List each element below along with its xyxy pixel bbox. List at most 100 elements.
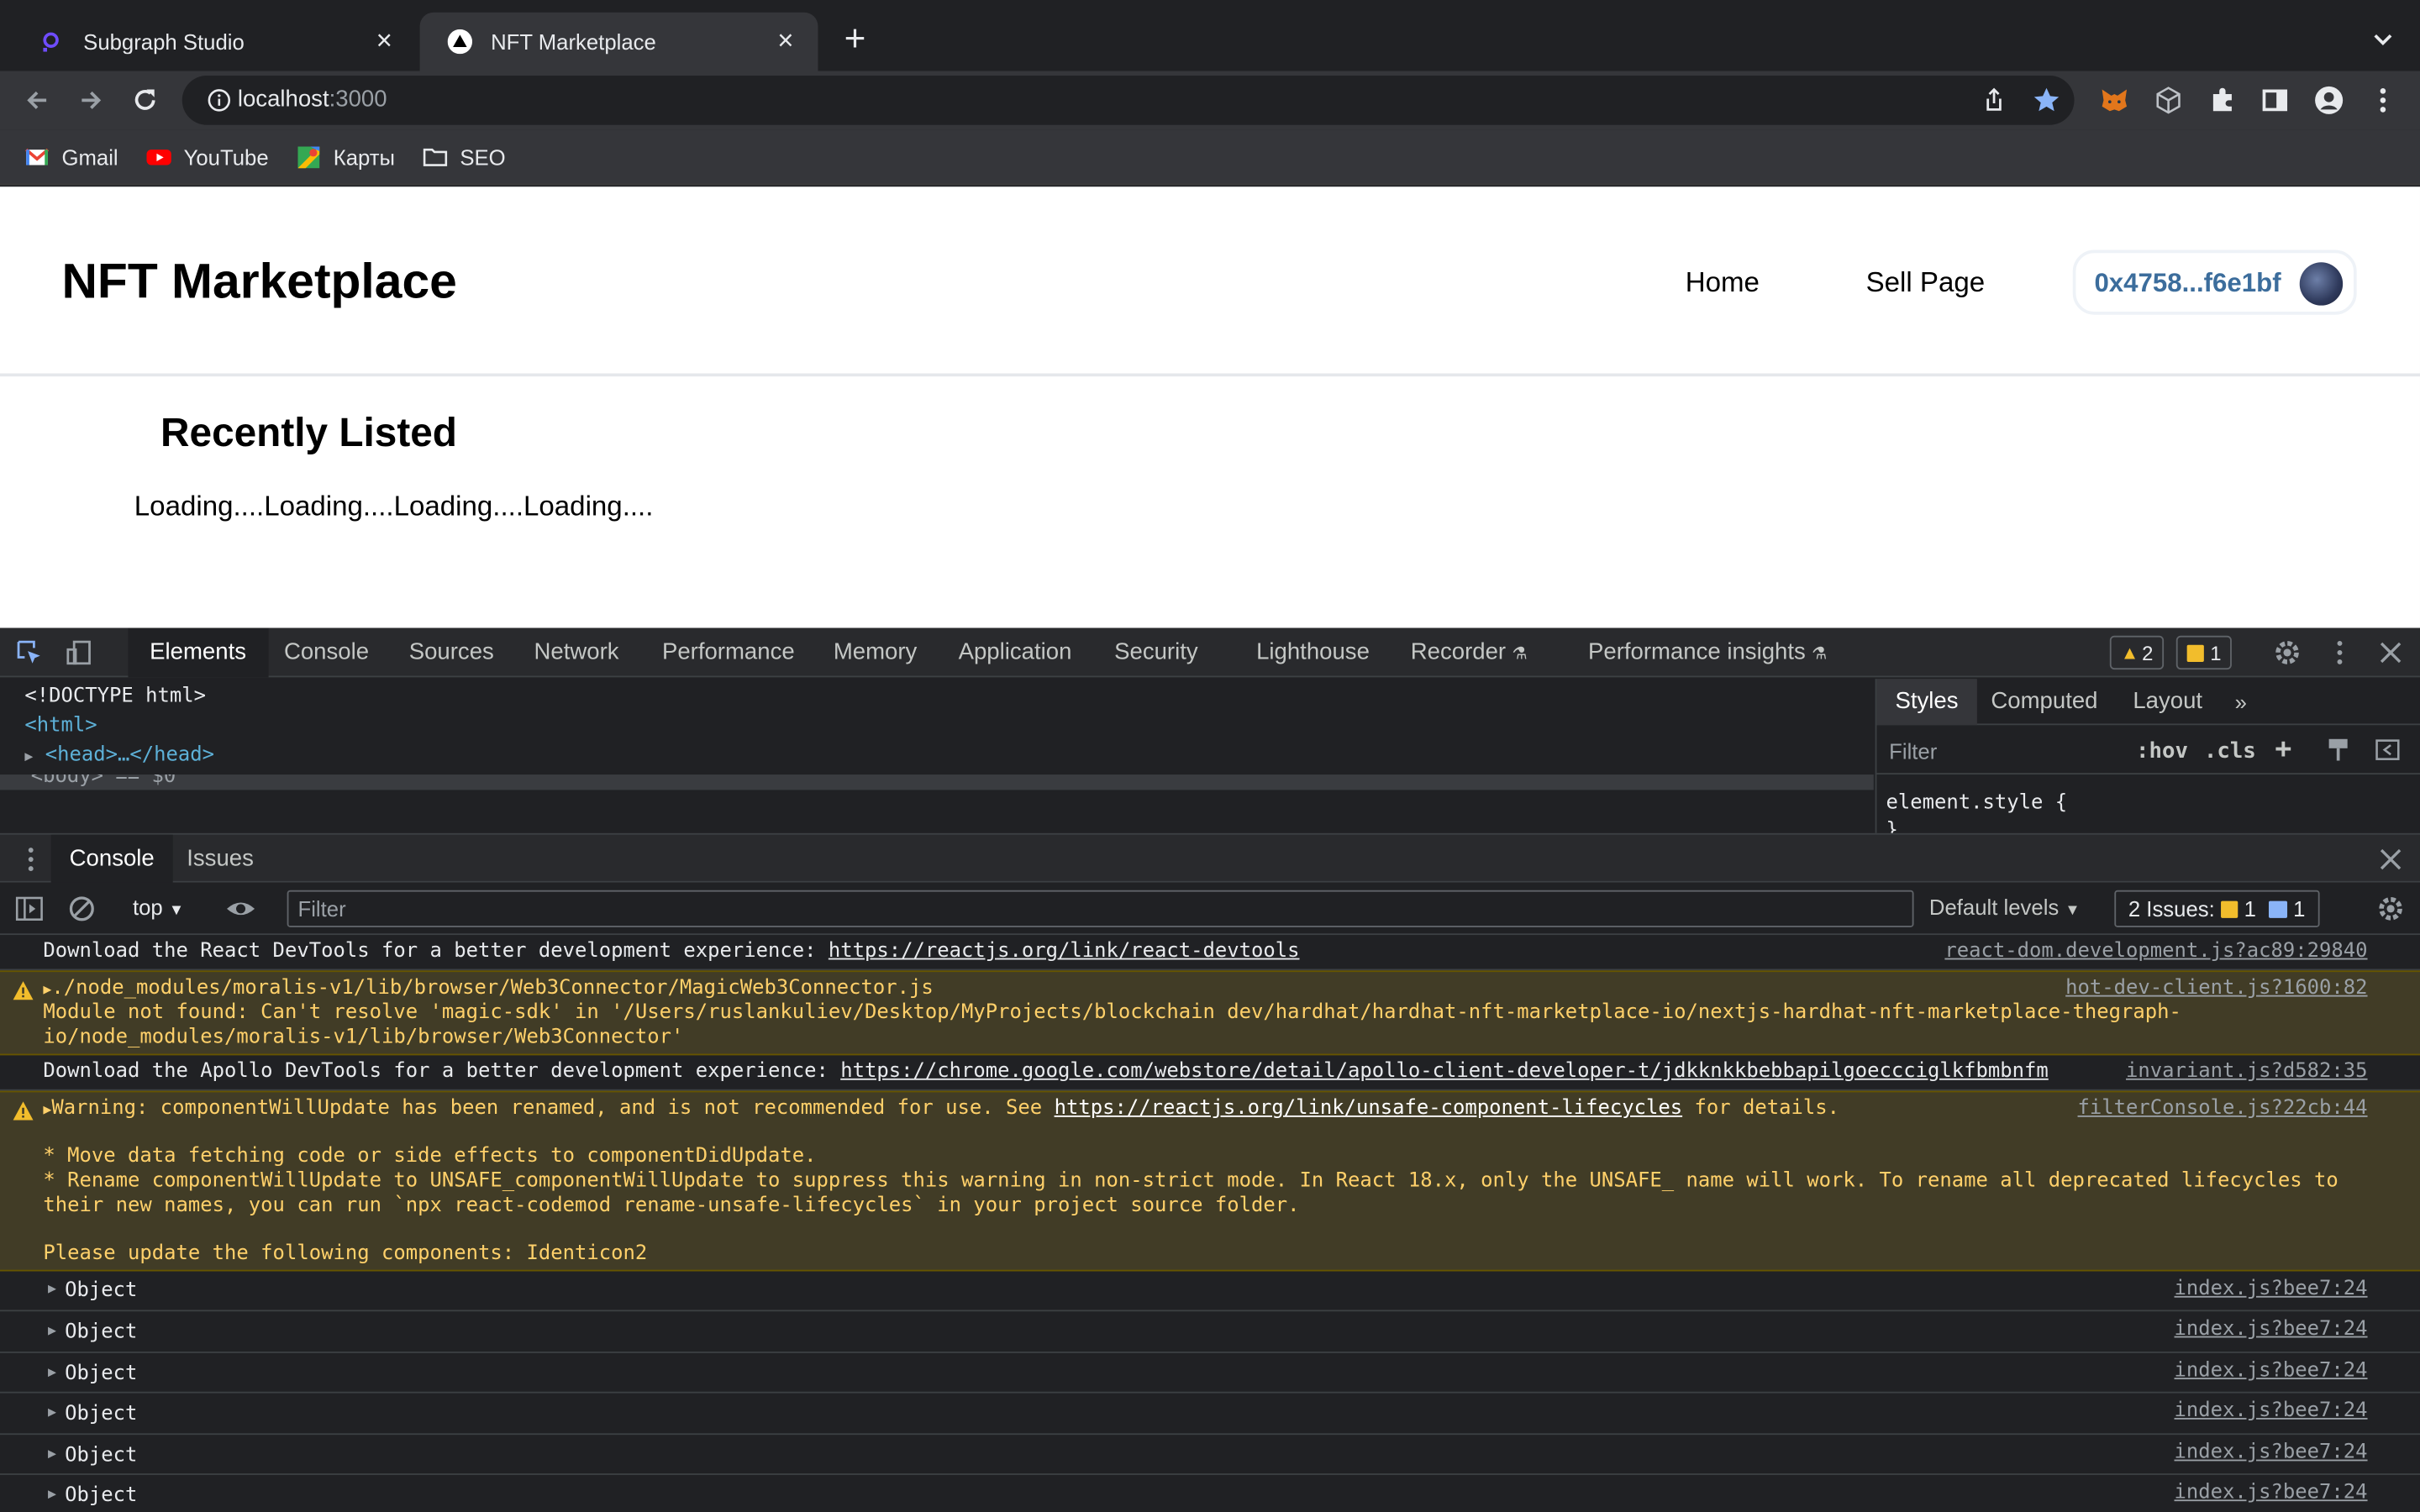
close-icon[interactable] [2375,638,2407,669]
expand-arrow-icon[interactable]: ▶ [48,1405,60,1420]
tab-styles[interactable]: Styles [1876,679,1977,726]
chevron-down-icon[interactable] [2368,24,2399,55]
console-issues-button[interactable]: 2 Issues: 1 1 [2114,890,2319,927]
tab-recorder[interactable]: Recorder ⚗ [1411,628,1528,678]
element-style-rule[interactable]: element.style { [1886,791,2067,815]
info-icon[interactable] [207,88,231,113]
message-line: Warning: componentWillUpdate has been re… [51,1096,1055,1121]
styles-filter-input[interactable]: Filter [1889,739,1937,764]
message-link[interactable]: https://chrome.google.com/webstore/detai… [840,1060,2049,1084]
side-panel-icon[interactable] [2260,85,2291,116]
message-source-link[interactable]: react-dom.development.js?ac89:29840 [1944,940,2367,963]
console-object-row[interactable]: ▶ Object index.js?bee7:24 [0,1271,2420,1312]
message-source-link[interactable]: index.js?bee7:24 [2175,1359,2368,1383]
console-object-row[interactable]: ▶ Object index.js?bee7:24 [0,1394,2420,1436]
tab-console[interactable]: Console [284,628,369,678]
head-node[interactable]: ▶ <head>…</head> [24,743,214,767]
tab-layout[interactable]: Layout [2133,679,2202,725]
bookmark-maps[interactable]: Карты [297,144,395,171]
message-link[interactable]: https://reactjs.org/link/unsafe-componen… [1055,1097,1683,1121]
cls-toggle[interactable]: .cls [2204,739,2256,764]
device-toolbar-icon[interactable] [65,638,96,669]
bookmark-gmail[interactable]: Gmail [24,144,118,171]
nav-sell-page-link[interactable]: Sell Page [1866,267,1986,300]
hov-toggle[interactable]: :hov [2136,739,2188,764]
close-icon[interactable]: × [371,26,398,55]
close-icon[interactable]: × [771,26,799,55]
tab-performance-insights[interactable]: Performance insights ⚗ [1588,628,1827,678]
console-settings-gear-icon[interactable] [2375,893,2407,924]
tab-nft-marketplace[interactable]: NFT Marketplace × [419,12,818,71]
tab-security[interactable]: Security [1114,628,1198,678]
settings-gear-icon[interactable] [2272,638,2303,669]
profile-icon[interactable] [2313,85,2344,116]
message-source-link[interactable]: index.js?bee7:24 [2175,1399,2368,1423]
message-text: ▶Warning: componentWillUpdate has been r… [43,1097,1839,1123]
console-object-row[interactable]: ▶ Object index.js?bee7:24 [0,1353,2420,1394]
metamask-fox-icon[interactable] [2099,85,2130,116]
default-levels-dropdown[interactable]: Default levels ▼ [1929,895,2081,919]
expand-arrow-icon[interactable]: ▶ [48,1488,60,1503]
tab-application[interactable]: Application [959,628,1072,678]
warnings-badge[interactable]: ▲ 2 [2109,635,2165,670]
address-bar[interactable]: localhost:3000 [182,75,2075,125]
message-link[interactable]: https://reactjs.org/link/react-devtools [829,940,1300,963]
wallet-connect-button[interactable]: 0x4758...f6e1bf [2072,249,2357,315]
expand-arrow-icon[interactable]: ▶ [48,1282,60,1297]
paint-brush-icon[interactable] [2324,736,2355,767]
expand-arrow-icon[interactable]: ▶ [48,1324,60,1339]
puzzle-extensions-icon[interactable] [2207,85,2238,116]
tab-sources[interactable]: Sources [409,628,494,678]
message-source-link[interactable]: index.js?bee7:24 [2175,1278,2368,1301]
kebab-menu-icon[interactable] [2324,638,2355,669]
html-node[interactable]: <html> [24,714,97,738]
context-selector[interactable]: top ▼ [133,895,184,919]
tab-lighthouse[interactable]: Lighthouse [1256,628,1370,678]
message-source-link[interactable]: filterConsole.js?22cb:44 [2078,1097,2368,1121]
drawer-menu-icon[interactable] [15,844,46,875]
forward-arrow-icon[interactable] [71,81,111,121]
tab-network[interactable]: Network [534,628,619,678]
nav-home-link[interactable]: Home [1686,267,1760,300]
drawer-tab-issues[interactable]: Issues [187,835,254,885]
kebab-menu-icon[interactable] [2368,85,2399,116]
tab-memory[interactable]: Memory [834,628,917,678]
message-source-link[interactable]: index.js?bee7:24 [2175,1318,2368,1341]
message-source-link[interactable]: index.js?bee7:24 [2175,1441,2368,1465]
new-style-rule-icon[interactable]: + [2275,732,2291,765]
new-tab-button[interactable]: + [837,21,874,62]
bookmark-youtube[interactable]: YouTube [146,144,269,171]
share-icon[interactable] [1979,85,2010,116]
console-object-row[interactable]: ▶ Object index.js?bee7:24 [0,1311,2420,1353]
back-arrow-icon[interactable] [17,81,57,121]
close-drawer-icon[interactable] [2375,844,2407,875]
console-object-row[interactable]: ▶ Object index.js?bee7:24 [0,1475,2420,1512]
issues-badge[interactable]: 1 [2175,635,2233,670]
message-source-link[interactable]: index.js?bee7:24 [2175,1481,2368,1504]
expand-arrow-icon[interactable]: ▶ [24,750,33,765]
sidebar-toggle-icon[interactable] [14,893,45,924]
expand-arrow-icon[interactable]: ▶ [48,1447,60,1462]
message-source-link[interactable]: hot-dev-client.js?1600:82 [2065,977,2367,1000]
console-object-row[interactable]: ▶ Object index.js?bee7:24 [0,1435,2420,1475]
console-filter-input[interactable]: Filter [287,890,1914,927]
toggle-sidebar-icon[interactable] [2374,736,2405,767]
message-line: * Rename componentWillUpdate to UNSAFE_c… [43,1169,2338,1193]
clear-console-icon[interactable] [66,893,97,924]
doctype-node[interactable]: <!DOCTYPE html> [24,685,206,709]
expand-arrow-icon[interactable]: ▶ [48,1366,60,1381]
tab-subgraph-studio[interactable]: Subgraph Studio × [13,13,417,71]
body-node[interactable]: <body> == $0 [0,774,1874,790]
tab-performance[interactable]: Performance [662,628,795,678]
more-tabs-icon[interactable]: » [2235,679,2247,725]
eye-icon[interactable] [225,893,256,924]
tab-elements[interactable]: Elements [128,627,268,678]
drawer-tab-console[interactable]: Console [50,834,173,885]
bookmark-star-icon[interactable] [2031,85,2062,116]
reload-icon[interactable] [125,81,166,121]
inspect-element-icon[interactable] [15,638,46,669]
cube-extension-icon[interactable] [2153,85,2184,116]
tab-computed[interactable]: Computed [1991,679,2097,725]
message-source-link[interactable]: invariant.js?d582:35 [2126,1060,2368,1084]
bookmark-folder-seo[interactable]: SEO [423,144,506,171]
